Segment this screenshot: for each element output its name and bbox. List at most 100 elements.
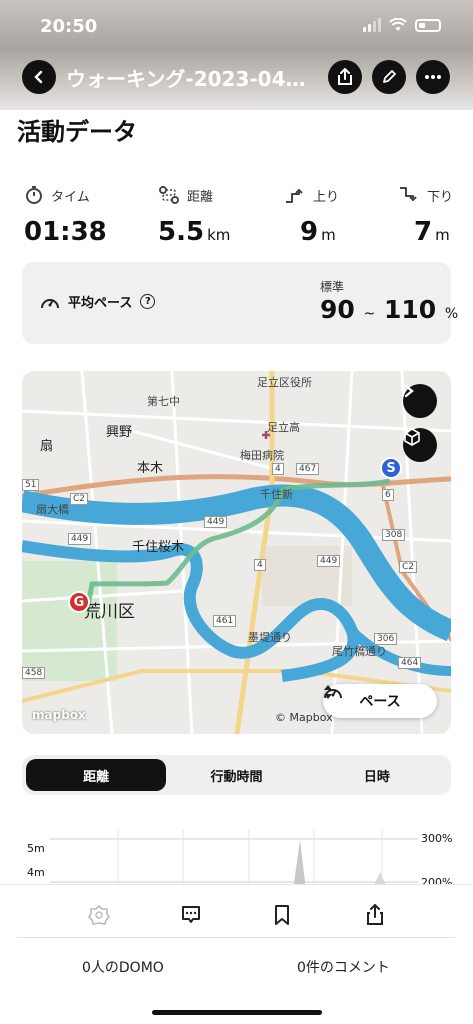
standard-range: 90 ~ 110 % xyxy=(320,295,458,324)
road-badge: 467 xyxy=(296,463,320,475)
comment-count[interactable]: 0件のコメント xyxy=(297,957,390,977)
more-button[interactable] xyxy=(416,60,450,94)
road-badge: C2 xyxy=(399,561,418,573)
nav-bar: ウォーキング-2023-04… xyxy=(0,58,473,96)
road-badge: 449 xyxy=(204,516,228,528)
stat-value: 01:38 xyxy=(24,217,107,247)
route-icon xyxy=(159,186,179,204)
battery-icon xyxy=(415,18,441,32)
stat-unit: m xyxy=(435,226,450,244)
stat-label: タイム xyxy=(51,189,90,205)
back-button[interactable] xyxy=(22,60,56,94)
map-label: 足立高 xyxy=(267,421,300,434)
map-label: 荒川区 xyxy=(84,602,135,622)
stat-descent: 下り 7m xyxy=(398,183,453,247)
divider xyxy=(17,937,455,938)
stat-unit: m xyxy=(321,226,336,244)
map-label: 千住桜木 xyxy=(132,540,185,555)
road-badge: 4 xyxy=(254,559,266,571)
y-tick-left: 4m xyxy=(27,866,45,879)
domo-count[interactable]: 0人のDOMO xyxy=(82,957,164,977)
road-badge: 449 xyxy=(68,533,92,545)
descent-icon xyxy=(400,187,417,201)
tab-datetime[interactable]: 日時 xyxy=(307,759,447,791)
tab-moving-time[interactable]: 行動時間 xyxy=(166,759,306,791)
stat-unit: km xyxy=(207,226,231,244)
stat-distance: 距離 5.5 km xyxy=(158,183,230,247)
stats-row: タイム 01:38 距離 5.5 km 上り 9m 下り 7m xyxy=(0,183,473,253)
route-map[interactable]: 第七中 足立区役所 足立高 興野 梅田病院 本木 千住新 扇 扇大橋 千住桜木 … xyxy=(22,371,451,734)
road-badge: 4 xyxy=(272,463,284,475)
avg-pace-label: 平均ペース xyxy=(68,296,133,311)
start-pin[interactable]: S xyxy=(380,457,402,479)
cellular-signal-icon xyxy=(363,18,381,32)
road-badge: 464 xyxy=(398,657,422,669)
3d-view-button[interactable] xyxy=(403,428,437,462)
stat-value: 5.5 xyxy=(158,217,205,247)
map-label: 扇大橋 xyxy=(36,503,69,516)
standard-label: 標準 xyxy=(320,280,345,294)
map-label: 千住新 xyxy=(260,488,293,501)
chevron-left-icon xyxy=(34,70,43,84)
range-low: 90 xyxy=(320,295,355,324)
pencil-icon xyxy=(383,70,396,83)
road-badge: C2 xyxy=(70,493,89,505)
ascent-icon xyxy=(286,189,303,203)
status-time: 20:50 xyxy=(40,16,98,37)
map-label: 第七中 xyxy=(147,395,180,408)
more-dots-icon xyxy=(425,75,441,79)
mapbox-logo: mapbox xyxy=(32,708,86,722)
elevation-chart: 5m 4m 300% 200% xyxy=(0,820,473,890)
pace-toggle-label: ペース xyxy=(359,694,401,710)
y-tick-right: 300% xyxy=(421,832,453,845)
activity-title: ウォーキング-2023-04… xyxy=(66,67,306,91)
map-canvas xyxy=(22,371,451,734)
chart-axis-tabs: 距離 行動時間 日時 xyxy=(22,755,451,795)
range-separator: ~ xyxy=(363,306,376,322)
comment-icon xyxy=(182,906,200,923)
road-badge: 306 xyxy=(374,633,398,645)
map-label: 尾竹橋通り xyxy=(332,645,387,658)
road-badge: 6 xyxy=(382,489,394,501)
speedometer-icon xyxy=(41,298,59,308)
road-badge: 308 xyxy=(382,529,406,541)
range-unit: % xyxy=(444,306,459,322)
share-button[interactable] xyxy=(328,60,362,94)
map-label: 興野 xyxy=(106,425,133,440)
map-label: 扇 xyxy=(40,439,54,454)
chevron-right-icon xyxy=(404,384,414,398)
domo-button[interactable] xyxy=(87,903,111,927)
bookmark-button[interactable] xyxy=(270,903,294,927)
stat-label: 上り xyxy=(313,189,340,205)
action-bar: 0人のDOMO 0件のコメント xyxy=(0,884,473,1024)
edit-button[interactable] xyxy=(372,60,406,94)
expand-map-button[interactable] xyxy=(403,384,437,418)
tab-distance[interactable]: 距離 xyxy=(26,759,167,791)
stat-label: 距離 xyxy=(187,189,214,205)
pace-card: 平均ペース ? 標準 90 ~ 110 % xyxy=(22,262,458,344)
bookmark-icon xyxy=(275,905,289,925)
share-icon xyxy=(338,68,352,85)
sort-arrows-icon xyxy=(324,685,332,699)
comment-button[interactable] xyxy=(179,903,203,927)
stat-time: タイム 01:38 xyxy=(24,183,107,247)
map-attribution[interactable]: © Mapbox xyxy=(275,711,333,724)
stopwatch-icon xyxy=(26,186,42,204)
domo-icon xyxy=(88,904,110,925)
range-high: 110 xyxy=(383,295,437,324)
chart-canvas xyxy=(50,830,418,890)
section-title: 活動データ xyxy=(17,118,137,146)
help-icon[interactable]: ? xyxy=(140,294,156,309)
map-label: 墨堤通り xyxy=(248,631,292,644)
share-icon xyxy=(367,904,383,925)
road-badge: 449 xyxy=(317,555,341,567)
stat-value: 9 xyxy=(300,217,319,247)
pace-toggle-button[interactable]: ペース xyxy=(323,684,437,718)
goal-pin[interactable]: G xyxy=(68,591,90,613)
stat-label: 下り xyxy=(427,189,454,205)
stat-value: 7 xyxy=(414,217,433,247)
cube-icon xyxy=(404,428,420,446)
y-tick-left: 5m xyxy=(27,842,45,855)
road-badge: 51 xyxy=(22,479,40,491)
share-activity-button[interactable] xyxy=(363,903,387,927)
